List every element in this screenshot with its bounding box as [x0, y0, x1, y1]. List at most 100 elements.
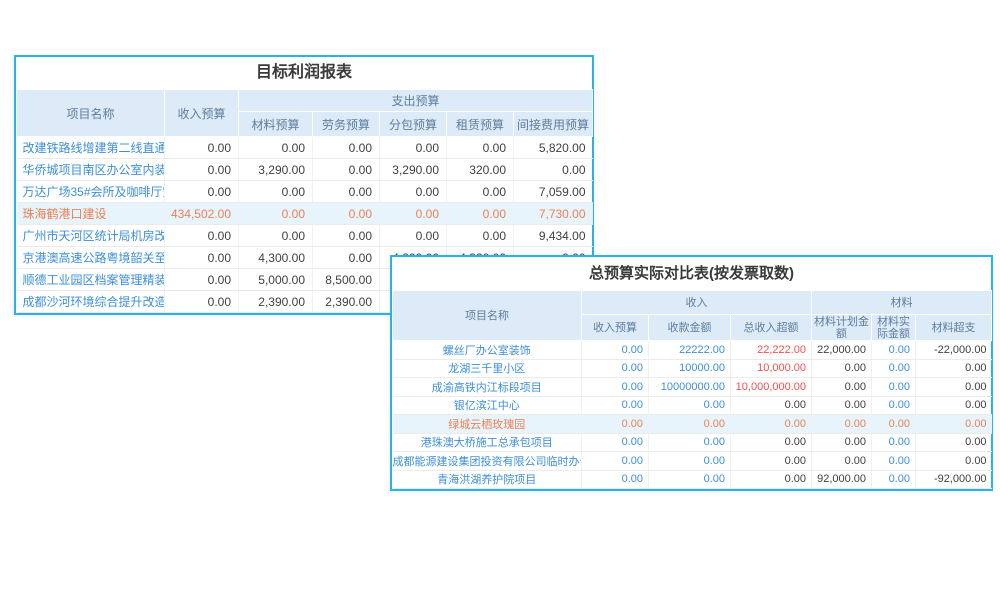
col-header-income-budget[interactable]: 收入预算 — [582, 315, 649, 341]
cell-value: 3,290.00 — [239, 159, 313, 181]
cell-value: 22222.00 — [649, 341, 731, 360]
project-name-link[interactable]: 成渝高铁内江标段项目 — [393, 378, 582, 397]
cell-value: 0.00 — [447, 181, 514, 203]
col-header-material-planned-amount[interactable]: 材料计划金额 — [812, 315, 872, 341]
cell-value: 0.00 — [447, 203, 514, 225]
cell-value: 434,502.00 — [165, 203, 239, 225]
budget-actual-compare-table-header: 项目名称 收入 材料 收入预算 收款金额 总收入超额 材料计划金额 材料实际金额… — [393, 291, 992, 341]
col-header-material-budget[interactable]: 材料预算 — [239, 112, 313, 137]
cell-value: 0.00 — [916, 415, 992, 434]
target-profit-table-header: 项目名称 收入预算 支出预算 材料预算 劳务预算 分包预算 租赁预算 间接费用预… — [17, 90, 593, 137]
cell-value: 0.00 — [582, 396, 649, 415]
cell-value: 0.00 — [447, 137, 514, 159]
cell-value: 0.00 — [380, 181, 447, 203]
project-name-link[interactable]: 珠海鹤港口建设 — [17, 203, 165, 225]
desktop-canvas: 目标利润报表 项目名称 收入预算 支出预算 材料预算 劳务预算 分包预算 租赁预… — [0, 0, 1000, 600]
cell-value: 0.00 — [380, 225, 447, 247]
table-row[interactable]: 改建铁路线增建第二线直通线（成0.000.000.000.000.005,820… — [17, 137, 593, 159]
cell-value: 0.00 — [165, 269, 239, 291]
project-name-link[interactable]: 广州市天河区统计局机房改造项目 — [17, 225, 165, 247]
table-row[interactable]: 成都能源建设集团投资有限公司临时办公场所装修0.000.000.000.000.… — [393, 452, 992, 471]
cell-value: 7,730.00 — [514, 203, 593, 225]
cell-value: 3,290.00 — [380, 159, 447, 181]
cell-value: 2,390.00 — [239, 291, 313, 313]
project-name-link[interactable]: 龙湖三千里小区 — [393, 359, 582, 378]
cell-value: 0.00 — [916, 433, 992, 452]
col-header-income-group: 收入 — [582, 291, 812, 315]
cell-value: 0.00 — [649, 452, 731, 471]
table-row[interactable]: 螺丝厂办公室装饰0.0022222.0022,222.0022,000.000.… — [393, 341, 992, 360]
cell-value: 0.00 — [872, 378, 916, 397]
project-name-link[interactable]: 华侨城项目南区办公室内装修工程 — [17, 159, 165, 181]
budget-actual-compare-title: 总预算实际对比表(按发票取数) — [392, 257, 991, 290]
cell-value: 22,222.00 — [731, 341, 812, 360]
project-name-link[interactable]: 京港澳高速公路粤境韶关至广州互 — [17, 247, 165, 269]
project-name-link[interactable]: 港珠澳大桥施工总承包项目 — [393, 433, 582, 452]
col-header-material-actual-amount[interactable]: 材料实际金额 — [872, 315, 916, 341]
table-row[interactable]: 银亿滨江中心0.000.000.000.000.000.00 — [393, 396, 992, 415]
cell-value: 0.00 — [731, 396, 812, 415]
cell-value: 0.00 — [649, 433, 731, 452]
table-row[interactable]: 成渝高铁内江标段项目0.0010000000.0010,000,000.000.… — [393, 378, 992, 397]
col-header-project-name[interactable]: 项目名称 — [17, 90, 165, 137]
project-name-link[interactable]: 成都能源建设集团投资有限公司临时办公场所装修 — [393, 452, 582, 471]
col-header-material-group: 材料 — [812, 291, 992, 315]
cell-value: 8,500.00 — [313, 269, 380, 291]
table-row[interactable]: 绿城云栖玫瑰园0.000.000.000.000.000.00 — [393, 415, 992, 434]
cell-value: 0.00 — [872, 433, 916, 452]
cell-value: 0.00 — [872, 341, 916, 360]
cell-value: 0.00 — [313, 247, 380, 269]
col-header-material-overspend[interactable]: 材料超支 — [916, 315, 992, 341]
cell-value: 10000.00 — [649, 359, 731, 378]
project-name-link[interactable]: 顺德工业园区档案管理精装饰工程 — [17, 269, 165, 291]
table-row[interactable]: 青海洪湖养护院项目0.000.000.0092,000.000.00-92,00… — [393, 470, 992, 489]
cell-value: 0.00 — [812, 396, 872, 415]
project-name-link[interactable]: 青海洪湖养护院项目 — [393, 470, 582, 489]
table-row[interactable]: 龙湖三千里小区0.0010000.0010,000.000.000.000.00 — [393, 359, 992, 378]
cell-value: 0.00 — [812, 433, 872, 452]
cell-value: 0.00 — [514, 159, 593, 181]
col-header-total-income-overage[interactable]: 总收入超额 — [731, 315, 812, 341]
table-row[interactable]: 广州市天河区统计局机房改造项目0.000.000.000.000.009,434… — [17, 225, 593, 247]
cell-value: 0.00 — [872, 396, 916, 415]
cell-value: 0.00 — [447, 225, 514, 247]
table-row[interactable]: 珠海鹤港口建设434,502.000.000.000.000.007,730.0… — [17, 203, 593, 225]
col-header-indirect-cost-budget[interactable]: 间接费用预算 — [514, 112, 593, 137]
cell-value: 0.00 — [812, 359, 872, 378]
cell-value: 0.00 — [380, 137, 447, 159]
table-row[interactable]: 万达广场35#会所及咖啡厅空调安0.000.000.000.000.007,05… — [17, 181, 593, 203]
cell-value: 0.00 — [582, 433, 649, 452]
table-row[interactable]: 港珠澳大桥施工总承包项目0.000.000.000.000.000.00 — [393, 433, 992, 452]
cell-value: 0.00 — [731, 433, 812, 452]
cell-value: 0.00 — [649, 415, 731, 434]
cell-value: 4,300.00 — [239, 247, 313, 269]
project-name-link[interactable]: 银亿滨江中心 — [393, 396, 582, 415]
cell-value: 0.00 — [582, 452, 649, 471]
col-header-project-name[interactable]: 项目名称 — [393, 291, 582, 341]
project-name-link[interactable]: 万达广场35#会所及咖啡厅空调安 — [17, 181, 165, 203]
col-header-received-amount[interactable]: 收款金额 — [649, 315, 731, 341]
cell-value: 0.00 — [165, 225, 239, 247]
cell-value: 0.00 — [812, 452, 872, 471]
cell-value: 0.00 — [582, 470, 649, 489]
cell-value: 0.00 — [380, 203, 447, 225]
cell-value: 92,000.00 — [812, 470, 872, 489]
cell-value: 0.00 — [165, 291, 239, 313]
cell-value: 0.00 — [313, 203, 380, 225]
project-name-link[interactable]: 螺丝厂办公室装饰 — [393, 341, 582, 360]
cell-value: 0.00 — [916, 396, 992, 415]
table-row[interactable]: 华侨城项目南区办公室内装修工程0.003,290.000.003,290.003… — [17, 159, 593, 181]
budget-actual-compare-table-body: 螺丝厂办公室装饰0.0022222.0022,222.0022,000.000.… — [393, 341, 992, 489]
project-name-link[interactable]: 改建铁路线增建第二线直通线（成 — [17, 137, 165, 159]
budget-actual-compare-window: 总预算实际对比表(按发票取数) 项目名称 收入 材料 收入预算 收款金额 总收入… — [390, 255, 993, 491]
col-header-subcontract-budget[interactable]: 分包预算 — [380, 112, 447, 137]
cell-value: 7,059.00 — [514, 181, 593, 203]
col-header-labor-budget[interactable]: 劳务预算 — [313, 112, 380, 137]
project-name-link[interactable]: 成都沙河环境综合提升改造运河护 — [17, 291, 165, 313]
col-header-income-budget[interactable]: 收入预算 — [165, 90, 239, 137]
project-name-link[interactable]: 绿城云栖玫瑰园 — [393, 415, 582, 434]
cell-value: -92,000.00 — [916, 470, 992, 489]
col-header-lease-budget[interactable]: 租赁预算 — [447, 112, 514, 137]
cell-value: 0.00 — [916, 378, 992, 397]
cell-value: 0.00 — [916, 452, 992, 471]
